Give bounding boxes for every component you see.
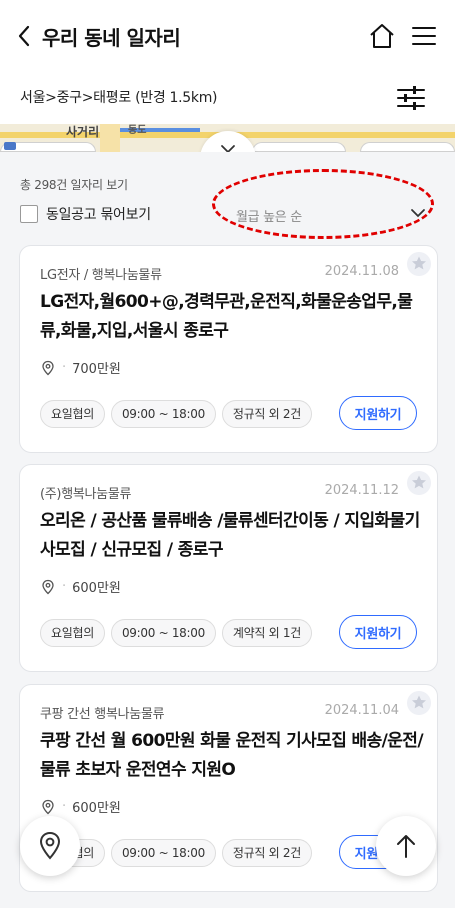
job-company: 쿠팡 간선 행복나눔물류 — [40, 707, 165, 722]
tag-employment-type: 정규직 외 2건 — [221, 839, 312, 867]
job-date: 2024.11.12 — [324, 483, 399, 498]
job-pay-amount: 600만원 — [72, 801, 121, 816]
job-pay: · 700만원 — [40, 358, 121, 377]
separator-dot: · — [62, 799, 67, 814]
scroll-to-top-fab[interactable] — [376, 816, 436, 876]
result-count: 총 298건 일자리 보기 — [20, 178, 128, 192]
favorite-button[interactable] — [407, 252, 431, 276]
star-icon — [407, 691, 431, 715]
tag-hours: 09:00 ~ 18:00 — [110, 400, 216, 428]
job-pay: · 600만원 — [40, 797, 121, 816]
job-title[interactable]: LG전자,월600+@,경력무관,운전직,화물운송업무,물류,화물,지입,서울시… — [40, 288, 425, 346]
group-same-posting-checkbox[interactable]: 동일공고 묶어보기 — [20, 204, 151, 224]
star-icon — [407, 471, 431, 495]
location-pin-icon — [42, 579, 54, 594]
back-button[interactable] — [12, 22, 36, 50]
location-pin-icon — [39, 831, 61, 860]
checkbox-box[interactable] — [20, 205, 38, 223]
sliders-icon — [397, 86, 425, 110]
app-header: 우리 동네 일자리 — [0, 0, 455, 72]
page-title: 우리 동네 일자리 — [42, 26, 181, 50]
job-tags: 요일협의 09:00 ~ 18:00 정규직 외 2건 — [40, 839, 318, 867]
job-date: 2024.11.08 — [324, 264, 399, 279]
map-label: 동도 — [128, 125, 147, 136]
chevron-down-icon — [411, 209, 425, 218]
map-label: 사거리 — [66, 125, 100, 139]
location-pin-icon — [42, 799, 54, 814]
job-tags: 요일협의 09:00 ~ 18:00 계약직 외 1건 — [40, 619, 318, 647]
favorite-button[interactable] — [407, 471, 431, 495]
separator-dot: · — [62, 360, 67, 375]
filter-button[interactable] — [395, 82, 427, 114]
sort-selected-value: 월급 높은 순 — [236, 210, 302, 225]
chevron-left-icon — [18, 25, 30, 47]
tag-employment-type: 계약직 외 1건 — [221, 619, 312, 647]
job-title[interactable]: 쿠팡 간선 월 600만원 화물 운전직 기사모집 배송/운전/물류 초보자 운… — [40, 727, 425, 785]
job-company: (주)행복나눔물류 — [40, 487, 132, 502]
job-title[interactable]: 오리온 / 공산품 물류배송 /물류센터간이동 / 지입화물기사모집 / 신규모… — [40, 507, 425, 565]
tag-workdays: 요일협의 — [40, 619, 105, 647]
group-same-posting-label: 동일공고 묶어보기 — [46, 207, 151, 223]
location-pin-icon — [42, 360, 54, 375]
tag-hours: 09:00 ~ 18:00 — [110, 839, 216, 867]
job-pay: · 600만원 — [40, 577, 121, 596]
tag-hours: 09:00 ~ 18:00 — [110, 619, 216, 647]
arrow-up-icon — [397, 835, 415, 858]
job-card[interactable]: (주)행복나눔물류 2024.11.12 오리온 / 공산품 물류배송 /물류센… — [19, 464, 438, 672]
tag-workdays: 요일협의 — [40, 400, 105, 428]
favorite-button[interactable] — [407, 691, 431, 715]
list-header: 총 298건 일자리 보기 동일공고 묶어보기 월급 높은 순 — [0, 152, 455, 242]
job-tags: 요일협의 09:00 ~ 18:00 정규직 외 2건 — [40, 400, 318, 428]
location-bar: 서울>중구>태평로 (반경 1.5km) — [0, 72, 455, 124]
menu-button[interactable] — [410, 22, 438, 50]
location-text[interactable]: 서울>중구>태평로 (반경 1.5km) — [20, 87, 218, 107]
sort-dropdown[interactable]: 월급 높은 순 — [236, 204, 426, 228]
job-company: LG전자 / 행복나눔물류 — [40, 268, 162, 283]
job-date: 2024.11.04 — [324, 703, 399, 718]
hamburger-menu-icon — [412, 27, 436, 45]
home-icon — [370, 24, 394, 48]
star-icon — [407, 252, 431, 276]
separator-dot: · — [62, 579, 67, 594]
job-card[interactable]: 쿠팡 간선 행복나눔물류 2024.11.04 쿠팡 간선 월 600만원 화물… — [19, 684, 438, 892]
apply-button[interactable]: 지원하기 — [339, 396, 417, 430]
home-button[interactable] — [368, 22, 396, 50]
apply-button[interactable]: 지원하기 — [339, 615, 417, 649]
map-location-fab[interactable] — [20, 816, 80, 876]
job-pay-amount: 700만원 — [72, 362, 121, 377]
job-pay-amount: 600만원 — [72, 581, 121, 596]
job-card[interactable]: LG전자 / 행복나눔물류 2024.11.08 LG전자,월600+@,경력무… — [19, 245, 438, 453]
tag-employment-type: 정규직 외 2건 — [221, 400, 312, 428]
